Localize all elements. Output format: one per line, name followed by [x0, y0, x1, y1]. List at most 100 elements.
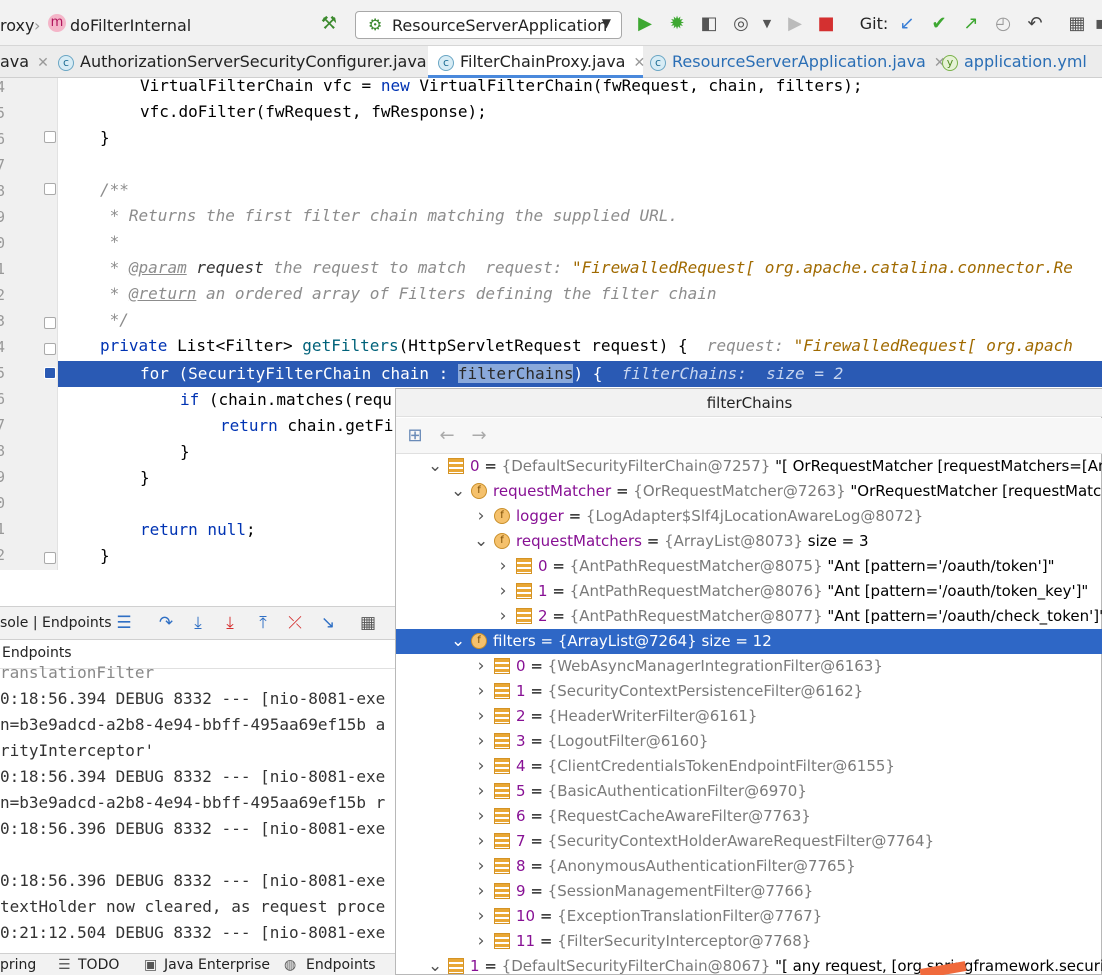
tree-row[interactable]: › 1 = {SecurityContextPersistenceFilter@6…: [396, 679, 1102, 704]
tree-row[interactable]: ⌄ 1 = {DefaultSecurityFilterChain@8067} "…: [396, 954, 1102, 975]
force-step-into-icon[interactable]: ⤓: [220, 614, 240, 632]
tree-row[interactable]: › 11 = {FilterSecurityInterceptor@7768}: [396, 929, 1102, 954]
git-update-icon[interactable]: ↙: [896, 14, 918, 34]
fold-marker-icon[interactable]: [44, 343, 56, 355]
stop-icon[interactable]: ■: [815, 14, 837, 34]
code-keyword: return: [140, 520, 198, 539]
java-enterprise-icon: ▣: [144, 957, 158, 973]
debug-tabs-label[interactable]: sole | Endpoints: [0, 615, 112, 631]
forward-arrow-icon[interactable]: →: [468, 426, 490, 446]
tree-row[interactable]: › 8 = {AnonymousAuthenticationFilter@7765…: [396, 854, 1102, 879]
line-number: 9: [0, 468, 6, 486]
tree-row[interactable]: › 4 = {ClientCredentialsTokenEndpointFilt…: [396, 754, 1102, 779]
close-icon[interactable]: ✕: [37, 55, 49, 71]
layout-icon[interactable]: ☰: [114, 614, 134, 632]
chevron-right-icon[interactable]: ›: [474, 679, 488, 704]
chevron-right-icon[interactable]: ›: [474, 929, 488, 954]
tree-row[interactable]: › 10 = {ExceptionTranslationFilter@7767}: [396, 904, 1102, 929]
tree-row[interactable]: ⌄ f filters = {ArrayList@7264} size = 12: [396, 629, 1102, 654]
tool-tab-endpoints[interactable]: Endpoints: [306, 957, 376, 973]
tree-row[interactable]: › 1 = {AntPathRequestMatcher@8076} "Ant […: [396, 579, 1102, 604]
profile-icon[interactable]: ◎: [730, 14, 752, 34]
profile-dropdown-icon[interactable]: ▼: [756, 14, 778, 34]
tree-row[interactable]: › 2 = {HeaderWriterFilter@6161}: [396, 704, 1102, 729]
coverage-icon[interactable]: ◧: [698, 14, 720, 34]
git-rollback-icon[interactable]: ↶: [1024, 14, 1046, 34]
chevron-right-icon[interactable]: ›: [474, 829, 488, 854]
code-text: (SecurityFilterChain chain :: [168, 364, 458, 383]
settings-icon[interactable]: ▪: [1090, 14, 1102, 34]
build-hammer-icon[interactable]: ⚒: [318, 14, 340, 34]
tree-row[interactable]: › 0 = {AntPathRequestMatcher@8075} "Ant […: [396, 554, 1102, 579]
navigate-icon[interactable]: ⊞: [404, 426, 426, 446]
array-element-icon: [516, 583, 532, 599]
tree-row[interactable]: ⌄ 0 = {DefaultSecurityFilterChain@7257} "…: [396, 454, 1102, 479]
tree-row[interactable]: › 3 = {LogoutFilter@6160}: [396, 729, 1102, 754]
tool-tab-todo[interactable]: TODO: [78, 957, 119, 973]
chevron-right-icon[interactable]: ›: [474, 654, 488, 679]
chevron-right-icon[interactable]: ›: [496, 554, 510, 579]
chevron-right-icon[interactable]: ›: [474, 904, 488, 929]
inline-value-string: "FirewalledRequest[ org.apach: [793, 336, 1073, 355]
tree-row[interactable]: ⌄ f requestMatcher = {OrRequestMatcher@726…: [396, 479, 1102, 504]
tree-row[interactable]: › 0 = {WebAsyncManagerIntegrationFilter@6…: [396, 654, 1102, 679]
chevron-right-icon[interactable]: ›: [474, 754, 488, 779]
tool-tab-java-enterprise[interactable]: Java Enterprise: [164, 957, 270, 973]
chevron-down-icon[interactable]: ⌄: [474, 529, 488, 554]
chevron-right-icon[interactable]: ›: [474, 729, 488, 754]
step-over-icon[interactable]: ↷: [156, 614, 176, 632]
javadoc-tag: @return: [128, 284, 197, 303]
git-history-icon[interactable]: ◴: [992, 14, 1014, 34]
step-out-icon[interactable]: ⤒: [253, 614, 273, 632]
run-to-cursor-icon[interactable]: ↘: [318, 614, 338, 632]
project-structure-icon[interactable]: ▦: [1066, 14, 1088, 34]
tab-label: AuthorizationServerSecurityConfigurer.ja…: [80, 52, 427, 71]
run-configuration-select[interactable]: ⚙ ResourceServerApplication ▼: [355, 11, 622, 39]
tree-row[interactable]: › 2 = {AntPathRequestMatcher@8077} "Ant […: [396, 604, 1102, 629]
fold-marker-icon[interactable]: [44, 367, 56, 379]
fold-marker-icon[interactable]: [44, 183, 56, 195]
tree-row[interactable]: › 7 = {SecurityContextHolderAwareRequestF…: [396, 829, 1102, 854]
tab-java[interactable]: ava ✕: [0, 46, 52, 78]
chevron-right-icon[interactable]: ›: [496, 604, 510, 629]
chevron-right-icon[interactable]: ›: [474, 879, 488, 904]
code-line: */: [100, 310, 129, 329]
breadcrumb-class[interactable]: roxy: [0, 16, 34, 35]
chevron-down-icon[interactable]: ⌄: [428, 454, 442, 479]
run-icon[interactable]: ▶: [634, 14, 656, 34]
tree-row[interactable]: › f logger = {LogAdapter$Slf4jLocationAwar…: [396, 504, 1102, 529]
step-into-icon[interactable]: ⤓: [188, 614, 208, 632]
line-number: 3: [0, 312, 6, 330]
evaluate-expression-icon[interactable]: ▦: [358, 614, 378, 632]
method-name: getFilters: [302, 336, 399, 355]
tree-row[interactable]: › 6 = {RequestCacheAwareFilter@7763}: [396, 804, 1102, 829]
git-commit-icon[interactable]: ✔: [928, 14, 950, 34]
chevron-right-icon[interactable]: ›: [474, 704, 488, 729]
drop-frame-icon[interactable]: ⤫: [285, 614, 305, 632]
fold-marker-icon[interactable]: [44, 552, 56, 564]
close-icon[interactable]: ✕: [633, 55, 645, 71]
chevron-right-icon[interactable]: ›: [496, 579, 510, 604]
debug-icon[interactable]: ✹: [666, 14, 688, 34]
variable-inspector-popup[interactable]: filterChains ⊞ ← → ⌄ 0 = {DefaultSecurity…: [395, 388, 1102, 975]
fold-marker-icon[interactable]: [44, 131, 56, 143]
git-push-icon[interactable]: ↗: [960, 14, 982, 34]
selected-variable[interactable]: filterChains: [457, 364, 574, 383]
tree-row[interactable]: › 5 = {BasicAuthenticationFilter@6970}: [396, 779, 1102, 804]
fold-marker-icon[interactable]: [44, 317, 56, 329]
chevron-right-icon[interactable]: ›: [474, 804, 488, 829]
chevron-down-icon[interactable]: ⌄: [451, 479, 465, 504]
log-line: 0:18:56.396 DEBUG 8332 --- [nio-8081-exe: [0, 819, 386, 838]
chevron-down-icon[interactable]: ⌄: [451, 629, 465, 654]
chevron-right-icon[interactable]: ›: [474, 504, 488, 529]
tree-row-text: requestMatchers = {ArrayList@8073} size …: [516, 529, 869, 554]
chevron-right-icon[interactable]: ›: [474, 779, 488, 804]
tree-row[interactable]: › 9 = {SessionManagementFilter@7766}: [396, 879, 1102, 904]
chevron-right-icon[interactable]: ›: [474, 854, 488, 879]
variable-value: {HeaderWriterFilter@6161}: [547, 707, 758, 725]
chevron-down-icon[interactable]: ⌄: [428, 954, 442, 975]
tool-tab-spring[interactable]: pring: [0, 957, 36, 973]
tree-row[interactable]: ⌄ f requestMatchers = {ArrayList@8073} siz…: [396, 529, 1102, 554]
breadcrumb-method[interactable]: doFilterInternal: [70, 16, 191, 35]
back-arrow-icon[interactable]: ←: [436, 426, 458, 446]
